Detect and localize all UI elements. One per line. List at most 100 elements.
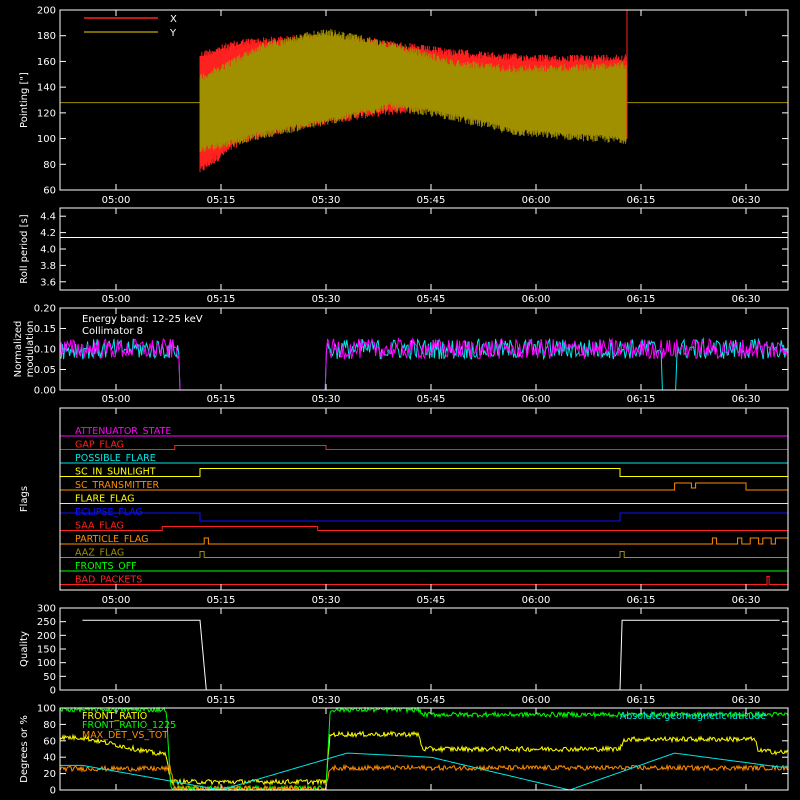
legend-label: MAX_DET_VS_TOT [82,730,168,741]
y-tick-label: 100 [37,134,56,145]
time-tick-label: 05:15 [207,294,236,305]
y-tick-label: 0.10 [34,345,56,356]
flag-label-gap_flag: GAP_FLAG [75,440,124,451]
flag-label-particle_flag: PARTICLE_FLAG [75,534,148,545]
y-axis-label: Normalized [13,321,24,378]
time-tick-label: 06:15 [627,695,656,706]
y-tick-label: 250 [37,617,56,628]
time-tick-label: 05:45 [417,195,446,206]
y-tick-label: 140 [37,83,56,94]
legend-label: Y [169,28,177,39]
y-tick-label: 150 [37,645,56,656]
time-tick-label: 05:30 [312,394,341,405]
y-tick-label: 3.6 [40,277,56,288]
flag-line-particle_flag [60,537,788,545]
time-tick-label: 06:15 [627,195,656,206]
y-tick-label: 200 [37,6,56,17]
hessi-quicklook-chart: 6080100120140160180200XYPointing ["]05:0… [13,6,789,797]
time-tick-label: 05:00 [102,394,131,405]
time-tick-label: 05:45 [417,294,446,305]
y-tick-label: 4.4 [40,212,56,223]
y-tick-label: 180 [37,31,56,42]
flag-line-bad_packets [60,576,788,585]
y-tick-label: 40 [43,753,56,764]
y-tick-label: 0.20 [34,304,56,315]
time-tick-label: 05:30 [312,195,341,206]
legend-label: X [170,14,177,25]
time-tick-label: 05:45 [417,595,446,606]
y-axis-label: modulation [25,321,36,378]
y-tick-label: 0 [50,686,56,697]
time-tick-label: 06:00 [522,394,551,405]
flag-label-attenuator_state: ATTENUATOR_STATE [75,426,171,437]
time-tick-label: 05:30 [312,695,341,706]
y-axis-label: Degrees or % [19,715,30,783]
time-tick-label: 06:30 [732,294,761,305]
y-axis-label: Pointing ["] [19,72,30,128]
flag-line-saa_flag [60,526,788,531]
annotation-collimator: Collimator 8 [82,326,143,337]
y-tick-label: 4.0 [40,245,56,256]
flag-line-aaz_flag [60,551,788,558]
y-tick-label: 100 [37,704,56,715]
time-tick-label: 06:15 [627,294,656,305]
flag-line-gap_flag [60,445,788,450]
y-tick-label: 3.8 [40,261,56,272]
time-tick-label: 06:30 [732,195,761,206]
flag-label-eclipse_flag: ECLIPSE_FLAG [75,507,143,518]
annotation-energy-band: Energy band: 12-25 keV [82,314,203,325]
flag-label-bad_packets: BAD_PACKETS [75,575,142,586]
time-tick-label: 05:00 [102,195,131,206]
y-tick-label: 0.00 [34,386,56,397]
time-tick-label: 06:30 [732,595,761,606]
y-tick-label: 0 [50,786,56,797]
flag-line-sc_transmitter [60,482,788,491]
time-tick-label: 06:00 [522,294,551,305]
time-tick-label: 05:30 [312,595,341,606]
time-tick-label: 05:45 [417,695,446,706]
time-tick-label: 05:30 [312,294,341,305]
panel-1-frame [59,207,789,291]
y-tick-label: 80 [43,720,56,731]
y-axis-label: Quality [19,631,30,667]
y-tick-label: 100 [37,658,56,669]
time-tick-label: 05:00 [102,695,131,706]
time-tick-label: 06:00 [522,695,551,706]
flag-label-aaz_flag: AAZ_FLAG [75,548,124,559]
flag-label-sc_in_sunlight: SC_IN_SUNLIGHT [75,467,156,478]
time-tick-label: 06:15 [627,394,656,405]
y-tick-label: 80 [43,160,56,171]
time-tick-label: 06:30 [732,394,761,405]
time-tick-label: 05:15 [207,195,236,206]
time-tick-label: 06:00 [522,195,551,206]
y-tick-label: 0.05 [34,365,56,376]
y-tick-label: 300 [37,604,56,615]
time-tick-label: 05:45 [417,394,446,405]
time-tick-label: 06:00 [522,595,551,606]
time-tick-label: 05:15 [207,695,236,706]
y-tick-label: 20 [43,769,56,780]
flag-label-sc_transmitter: SC_TRANSMITTER [75,480,160,491]
flag-label-fronts_off: FRONTS_OFF [75,561,137,572]
y-tick-label: 4.2 [40,228,56,239]
y-tick-label: 120 [37,108,56,119]
flag-label-possible_flare: POSSIBLE_FLARE [75,453,156,464]
time-tick-label: 05:00 [102,595,131,606]
time-tick-label: 05:00 [102,294,131,305]
time-tick-label: 05:15 [207,394,236,405]
time-tick-label: 06:30 [732,695,761,706]
flag-line-sc_in_sunlight [60,468,788,477]
y-tick-label: 60 [43,736,56,747]
time-tick-label: 05:15 [207,595,236,606]
y-tick-label: 60 [43,186,56,197]
flag-line-eclipse_flag [60,512,788,522]
y-tick-label: 160 [37,57,56,68]
legend-label: Absolute geomagnetic latitude [620,711,766,722]
y-tick-label: 0.15 [34,324,56,335]
y-axis-label: Roll period [s] [19,214,30,283]
quality-series [82,619,780,691]
flag-label-flare_flag: FLARE_FLAG [75,494,135,505]
flag-label-saa_flag: SAA_FLAG [75,521,124,532]
y-tick-label: 50 [43,672,56,683]
y-tick-label: 200 [37,631,56,642]
